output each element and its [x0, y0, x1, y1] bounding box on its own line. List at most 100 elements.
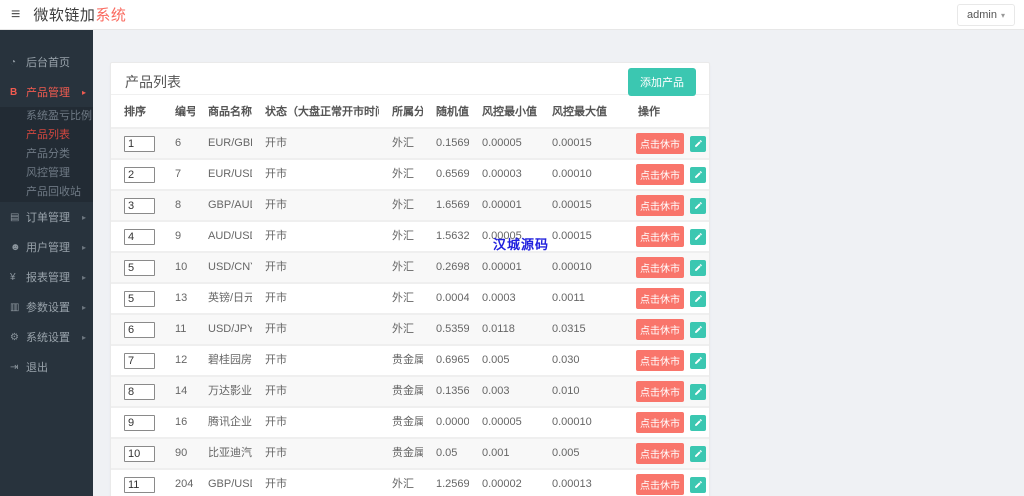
chevron-down-icon: ▾: [1000, 10, 1005, 20]
edit-button[interactable]: [690, 352, 707, 369]
add-product-button[interactable]: 添加产品: [628, 68, 696, 96]
close-market-button[interactable]: 点击休市: [636, 474, 684, 495]
table-row: 8 GBP/AUD 开市 外汇 1.65699 0.00001 0.00015 …: [111, 190, 709, 221]
sidebar-item-order-management[interactable]: ▤ 订单管理 ▸: [0, 202, 93, 232]
edit-button[interactable]: [690, 476, 707, 493]
pencil-icon: [694, 481, 702, 488]
sort-input[interactable]: [124, 414, 155, 431]
close-market-button[interactable]: 点击休市: [636, 133, 684, 154]
edit-button[interactable]: [690, 414, 707, 431]
edit-button[interactable]: [690, 166, 707, 183]
close-market-button[interactable]: 点击休市: [636, 381, 684, 402]
edit-button[interactable]: [690, 445, 707, 462]
random-value: 1.56329: [436, 230, 469, 242]
chevron-right-icon: ▸: [81, 212, 86, 222]
sort-input[interactable]: [124, 383, 155, 400]
product-table-body: 6 EUR/GBP 开市 外汇 0.1569 0.00005 0.00015 点…: [111, 128, 709, 496]
sidebar-item-label: 报表管理: [26, 272, 70, 284]
sidebar-item-label: 退出: [26, 362, 48, 374]
risk-min: 0.00001: [482, 199, 522, 211]
edit-button[interactable]: [690, 290, 707, 307]
random-value: 0.26986: [436, 261, 469, 273]
sidebar-item-label: 产品管理: [26, 87, 70, 99]
table-row: 10 USD/CNY 开市 外汇 0.26986 0.00001 0.00010…: [111, 252, 709, 283]
app-title-primary: 微软链加: [33, 7, 96, 24]
risk-max: 0.00015: [552, 137, 592, 149]
product-id: 10: [175, 261, 188, 273]
product-status: 开市: [265, 292, 287, 304]
sort-input[interactable]: [124, 476, 155, 493]
risk-max: 0.0011: [552, 292, 585, 304]
product-id: 8: [175, 199, 182, 211]
table-row: 11 USD/JPY 开市 外汇 0.5359 0.0118 0.0315 点击…: [111, 314, 709, 345]
sort-input[interactable]: [124, 228, 155, 245]
edit-button[interactable]: [690, 135, 707, 152]
table-header-row: 排序 编号 商品名称 状态（大盘正常开市时间内） 所属分类 随机值 风控最小值 …: [111, 95, 709, 128]
product-category: 外汇: [392, 478, 414, 490]
sidebar-subitem-product-category[interactable]: 产品分类: [0, 145, 93, 164]
sidebar-item-label: 系统设置: [26, 332, 70, 344]
sidebar-item-system-settings[interactable]: ⚙ 系统设置 ▸: [0, 322, 93, 352]
sidebar-subitem-risk-management[interactable]: 风控管理: [0, 164, 93, 183]
edit-button[interactable]: [690, 197, 707, 214]
sidebar-item-product-management[interactable]: B 产品管理 ▸: [0, 77, 93, 107]
edit-button[interactable]: [690, 259, 707, 276]
table-row: 7 EUR/USD 开市 外汇 0.65695 0.00003 0.00010 …: [111, 159, 709, 190]
edit-button[interactable]: [690, 321, 707, 338]
user-menu[interactable]: admin ▾: [957, 4, 1015, 26]
pencil-icon: [694, 233, 702, 240]
table-row: 204 GBP/USD 开市 外汇 1.25699 0.00002 0.0001…: [111, 469, 709, 496]
sidebar-item-dashboard[interactable]: ◔ 后台首页: [0, 47, 93, 77]
product-status: 开市: [265, 137, 287, 149]
sort-input[interactable]: [124, 197, 155, 214]
product-category: 外汇: [392, 323, 414, 335]
random-value: 0.65695: [436, 168, 469, 180]
col-header-risk-max: 风控最大值: [552, 106, 607, 118]
risk-min: 0.00002: [482, 478, 522, 490]
product-category: 外汇: [392, 199, 414, 211]
edit-button[interactable]: [690, 228, 707, 245]
chevron-right-icon: ▸: [81, 87, 86, 97]
product-table: 排序 编号 商品名称 状态（大盘正常开市时间内） 所属分类 随机值 风控最小值 …: [111, 95, 709, 496]
edit-button[interactable]: [690, 383, 707, 400]
sort-input[interactable]: [124, 445, 155, 462]
product-name: 碧桂园房地产: [208, 354, 252, 366]
sort-input[interactable]: [124, 290, 155, 307]
sidebar-subitem-product-list[interactable]: 产品列表: [0, 126, 93, 145]
chevron-right-icon: ▸: [81, 242, 86, 252]
close-market-button[interactable]: 点击休市: [636, 257, 684, 278]
pencil-icon: [694, 295, 702, 302]
orders-icon: ▤: [10, 211, 20, 223]
sidebar-item-logout[interactable]: ⇥ 退出: [0, 352, 93, 382]
logout-icon: ⇥: [10, 361, 19, 373]
product-id: 7: [175, 168, 182, 180]
yen-icon: ¥: [10, 271, 16, 283]
close-market-button[interactable]: 点击休市: [636, 226, 684, 247]
close-market-button[interactable]: 点击休市: [636, 288, 684, 309]
sidebar-item-user-management[interactable]: ☻ 用户管理 ▸: [0, 232, 93, 262]
random-value: 0.1356: [436, 385, 469, 397]
sort-input[interactable]: [124, 321, 155, 338]
sidebar-item-parameter-settings[interactable]: ▥ 参数设置 ▸: [0, 292, 93, 322]
close-market-button[interactable]: 点击休市: [636, 412, 684, 433]
risk-max: 0.00015: [552, 199, 592, 211]
risk-min: 0.003: [482, 385, 510, 397]
sort-input[interactable]: [124, 166, 155, 183]
close-market-button[interactable]: 点击休市: [636, 195, 684, 216]
sidebar-item-report-management[interactable]: ¥ 报表管理 ▸: [0, 262, 93, 292]
close-market-button[interactable]: 点击休市: [636, 164, 684, 185]
sidebar-subitem-profit-loss-ratio[interactable]: 系统盈亏比例: [0, 107, 93, 126]
col-header-id: 编号: [175, 106, 195, 118]
sort-input[interactable]: [124, 259, 155, 276]
sidebar-subitem-product-recycle-bin[interactable]: 产品回收站: [0, 183, 93, 202]
random-value: 0.05: [436, 447, 458, 459]
risk-max: 0.00010: [552, 261, 592, 273]
chevron-right-icon: ▸: [81, 272, 86, 282]
sort-input[interactable]: [124, 135, 155, 152]
sort-input[interactable]: [124, 352, 155, 369]
close-market-button[interactable]: 点击休市: [636, 319, 684, 340]
hamburger-icon[interactable]: ≡: [11, 6, 20, 23]
random-value: 0.00003: [436, 416, 469, 428]
close-market-button[interactable]: 点击休市: [636, 443, 684, 464]
close-market-button[interactable]: 点击休市: [636, 350, 684, 371]
